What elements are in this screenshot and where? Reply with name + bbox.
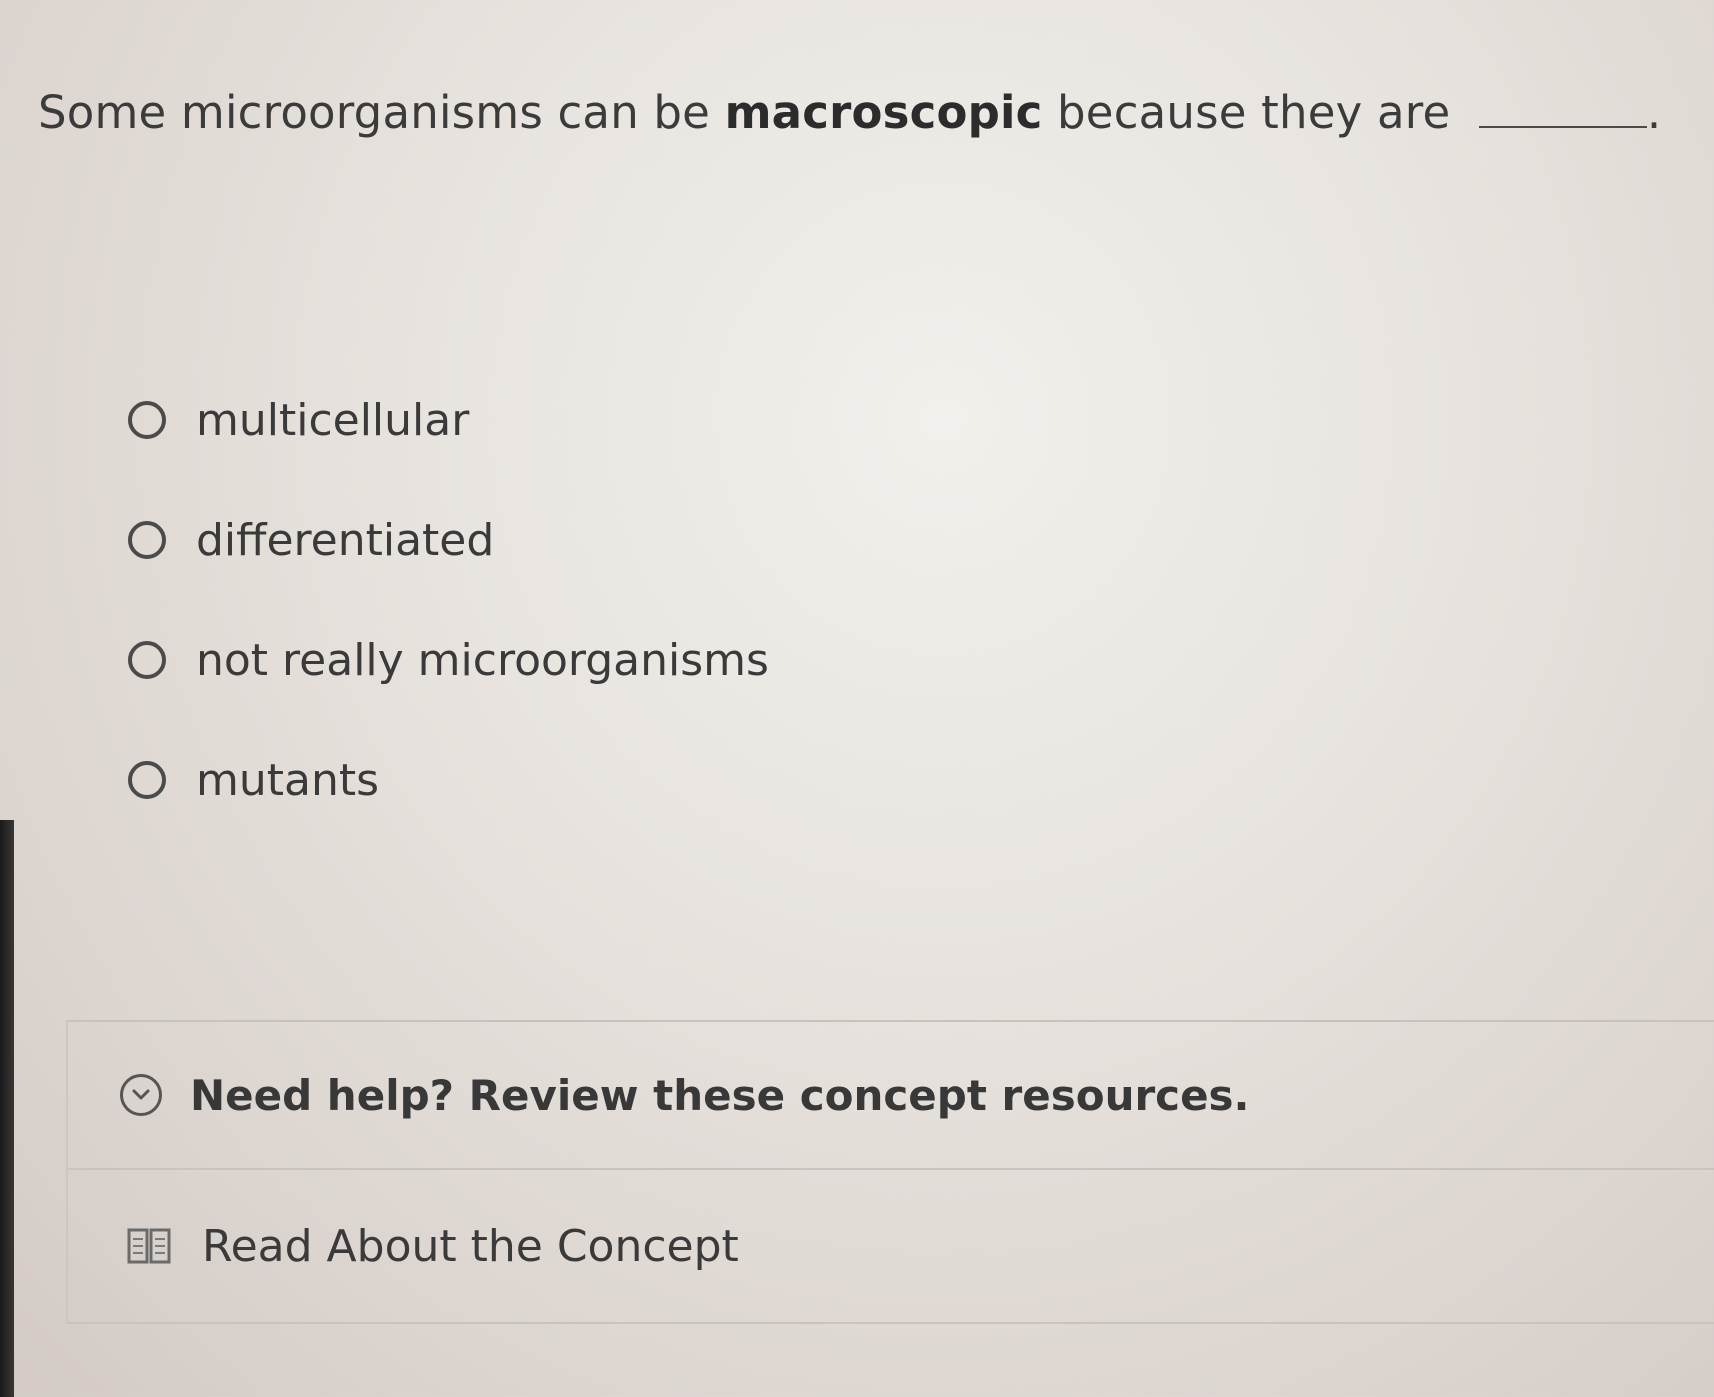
radio-button[interactable]	[128, 401, 166, 439]
option-multicellular[interactable]: multicellular	[128, 395, 769, 515]
option-not-really-microorganisms[interactable]: not really microorganisms	[128, 635, 769, 755]
chevron-down-icon[interactable]	[120, 1074, 162, 1116]
question-bold-term: macroscopic	[724, 86, 1043, 139]
resource-label: Read About the Concept	[202, 1220, 739, 1272]
answer-blank	[1478, 90, 1647, 128]
help-panel: Need help? Review these concept resource…	[66, 1020, 1714, 1324]
option-label: mutants	[196, 755, 380, 806]
question-text: Some microorganisms can be macroscopic b…	[38, 86, 1661, 139]
radio-button[interactable]	[128, 761, 166, 799]
help-title: Need help? Review these concept resource…	[190, 1070, 1250, 1120]
screen-edge	[0, 820, 14, 1397]
radio-button[interactable]	[128, 641, 166, 679]
option-label: differentiated	[196, 515, 495, 566]
question-suffix: because they are	[1057, 86, 1451, 139]
answer-options: multicellular differentiated not really …	[128, 395, 769, 875]
question-end: .	[1646, 86, 1662, 139]
help-toggle[interactable]: Need help? Review these concept resource…	[68, 1022, 1714, 1170]
question-prefix: Some microorganisms can be	[38, 86, 711, 139]
book-icon	[126, 1226, 172, 1266]
option-label: multicellular	[196, 395, 470, 446]
resource-read-about-concept[interactable]: Read About the Concept	[68, 1170, 1714, 1324]
option-differentiated[interactable]: differentiated	[128, 515, 769, 635]
option-label: not really microorganisms	[196, 635, 769, 686]
option-mutants[interactable]: mutants	[128, 755, 769, 875]
radio-button[interactable]	[128, 521, 166, 559]
